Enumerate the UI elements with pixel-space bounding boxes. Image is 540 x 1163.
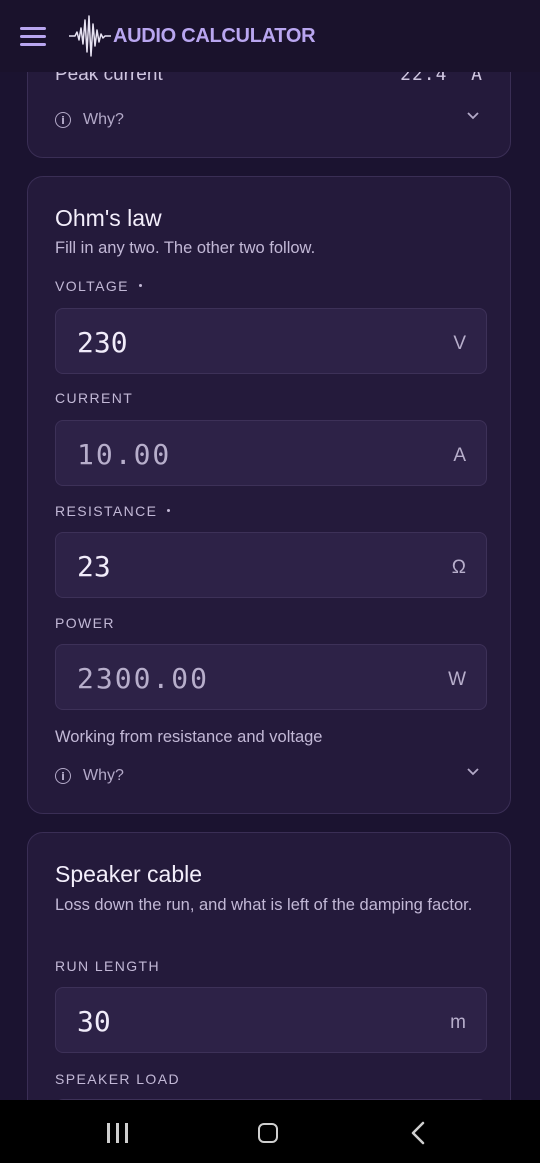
info-icon: i <box>55 768 71 784</box>
voltage-value: 230 <box>77 326 128 359</box>
resistance-unit: Ω <box>451 557 466 578</box>
entered-indicator <box>167 508 171 512</box>
power-label: POWER <box>55 615 115 631</box>
card-subtitle: Loss down the run, and what is left of t… <box>55 896 473 914</box>
power-value: 2300.00 <box>77 662 210 695</box>
back-icon[interactable] <box>410 1121 426 1145</box>
run-length-label: RUN LENGTH <box>55 958 161 974</box>
power-unit: W <box>448 669 466 690</box>
working-note: Working from resistance and voltage <box>55 728 323 746</box>
app-bar: AUDIO CALCULATOR <box>0 0 540 72</box>
ohms-law-card: Ohm's law Fill in any two. The other two… <box>27 176 511 814</box>
voltage-input[interactable]: 230 V <box>55 308 487 374</box>
waveform-logo-icon <box>69 15 111 57</box>
current-value: 10.00 <box>77 438 172 471</box>
card-title: Ohm's law <box>55 205 162 231</box>
why-label: Why? <box>83 767 124 784</box>
voltage-label: VOLTAGE <box>55 278 142 294</box>
menu-icon[interactable] <box>20 27 46 46</box>
resistance-value: 23 <box>77 550 111 583</box>
current-input[interactable]: 10.00 A <box>55 420 487 486</box>
resistance-label: RESISTANCE <box>55 503 171 519</box>
home-icon[interactable] <box>258 1123 278 1143</box>
why-toggle[interactable]: i Why? <box>55 108 483 132</box>
why-label: Why? <box>83 111 124 128</box>
entered-indicator <box>138 283 142 287</box>
run-length-unit: m <box>450 1012 466 1033</box>
info-icon: i <box>55 112 71 128</box>
recents-icon[interactable] <box>107 1123 129 1143</box>
content-scroll[interactable]: Peak current 22.4 A i Why? Ohm's law Fil… <box>0 0 540 1100</box>
chevron-down-icon <box>467 768 479 776</box>
power-input[interactable]: 2300.00 W <box>55 644 487 710</box>
speaker-load-label: SPEAKER LOAD <box>55 1071 180 1087</box>
system-nav-bar <box>0 1100 540 1163</box>
card-subtitle: Fill in any two. The other two follow. <box>55 239 316 257</box>
current-unit: A <box>453 445 466 466</box>
speaker-cable-card: Speaker cable Loss down the run, and wha… <box>27 832 511 1100</box>
current-label: CURRENT <box>55 390 134 406</box>
app-title: AUDIO CALCULATOR <box>113 25 316 47</box>
voltage-unit: V <box>453 333 466 354</box>
chevron-down-icon <box>467 112 479 120</box>
resistance-input[interactable]: 23 Ω <box>55 532 487 598</box>
why-toggle[interactable]: i Why? <box>55 764 483 788</box>
card-title: Speaker cable <box>55 861 203 887</box>
run-length-input[interactable]: 30 m <box>55 987 487 1053</box>
run-length-value: 30 <box>77 1005 111 1038</box>
